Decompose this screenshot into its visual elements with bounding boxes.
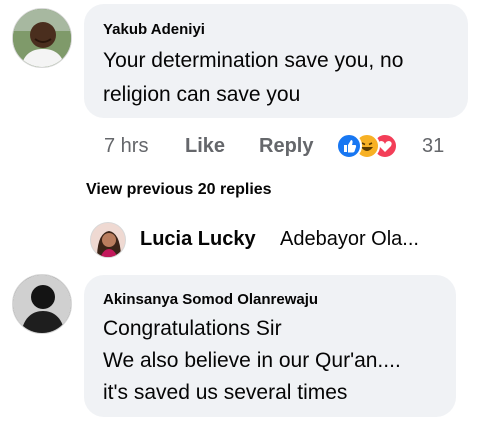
reactions-summary[interactable]: 31 bbox=[336, 133, 446, 163]
view-previous-replies-link[interactable]: View previous 20 replies bbox=[86, 181, 272, 199]
comment-text-line-2: religion can save you bbox=[103, 83, 301, 106]
avatar-akinsanya[interactable] bbox=[12, 274, 72, 334]
reaction-count: 31 bbox=[422, 135, 445, 157]
reply-preview-author[interactable]: Lucia Lucky bbox=[140, 228, 256, 251]
comment2-text-line-1: Congratulations Sir bbox=[103, 317, 282, 340]
avatar-lucia[interactable] bbox=[90, 222, 126, 258]
comment2-text-line-2: We also believe in our Qur'an.... bbox=[103, 349, 401, 372]
like-button[interactable]: Like bbox=[185, 135, 225, 158]
reply-button[interactable]: Reply bbox=[259, 135, 313, 158]
comment-author-1[interactable]: Yakub Adeniyi bbox=[103, 21, 205, 38]
reply-preview-snippet: Adebayor Ola... bbox=[280, 228, 419, 250]
comment-text-line-1: Your determination save you, no bbox=[103, 49, 404, 72]
person-photo-icon bbox=[91, 223, 125, 257]
comment2-text-line-3: it's saved us several times bbox=[103, 381, 348, 404]
comment-author-2[interactable]: Akinsanya Somod Olanrewaju bbox=[103, 291, 318, 308]
person-photo-icon bbox=[13, 275, 71, 333]
comment-timestamp[interactable]: 7 hrs bbox=[104, 135, 148, 158]
person-photo-icon bbox=[13, 9, 71, 67]
avatar-yakub[interactable] bbox=[12, 8, 72, 68]
reply-preview[interactable]: Lucia Lucky Adebayor Ola... bbox=[90, 222, 470, 262]
like-icon bbox=[336, 133, 362, 159]
